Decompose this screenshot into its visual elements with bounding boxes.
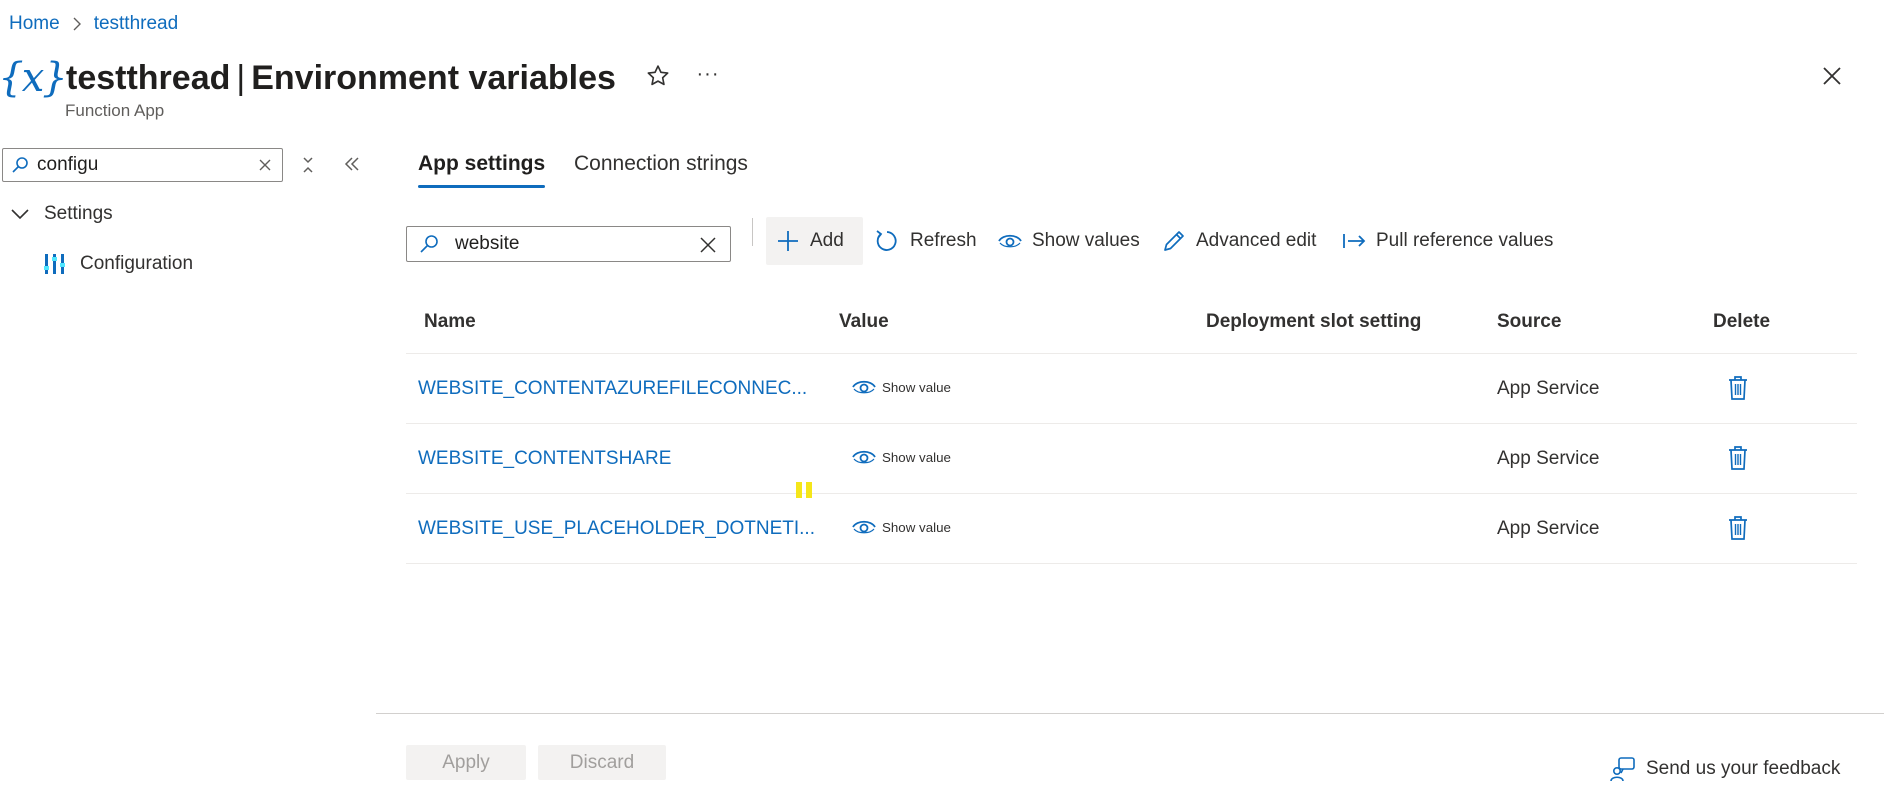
filter-box <box>406 226 731 262</box>
trash-icon <box>1724 514 1752 542</box>
collapse-all-icon <box>297 154 319 176</box>
resource-type: Function App <box>65 101 165 120</box>
table-row: WEBSITE_USE_PLACEHOLDER_DOTNETI... Show … <box>406 494 1857 564</box>
refresh-icon <box>874 228 900 254</box>
eye-icon <box>852 448 876 466</box>
feedback-label: Send us your feedback <box>1646 758 1841 779</box>
pull-reference-label: Pull reference values <box>1376 230 1554 251</box>
resource-name: testthread <box>66 58 231 97</box>
clear-filter-icon[interactable] <box>698 235 718 255</box>
column-header-source[interactable]: Source <box>1497 311 1561 333</box>
eye-icon <box>998 232 1022 250</box>
setting-name-link[interactable]: WEBSITE_CONTENTSHARE <box>418 448 671 470</box>
arrow-to-bar-icon <box>1342 231 1366 251</box>
refresh-label: Refresh <box>910 230 977 251</box>
advanced-edit-label: Advanced edit <box>1196 230 1317 251</box>
column-header-delete: Delete <box>1713 311 1771 332</box>
breadcrumb-home-link[interactable]: Home <box>9 13 60 35</box>
configuration-icon <box>44 252 66 276</box>
column-header-name[interactable]: Name <box>424 311 476 333</box>
nav-search-box <box>2 148 283 182</box>
show-value-label: Show value <box>882 519 951 535</box>
page-title: testthread | Environment variables <box>66 59 616 98</box>
show-value-label: Show value <box>882 449 951 465</box>
collapse-nav-button[interactable] <box>340 152 364 176</box>
show-value-label: Show value <box>882 379 951 395</box>
filter-input[interactable] <box>455 233 675 255</box>
page-header: {x} testthread | Environment variables <box>0 52 616 104</box>
more-options-button[interactable]: ··· <box>694 60 722 88</box>
refresh-button[interactable]: Refresh <box>864 217 987 265</box>
variable-icon: {x} <box>0 55 68 101</box>
pull-reference-values-button[interactable]: Pull reference values <box>1332 217 1563 265</box>
source-value: App Service <box>1497 448 1600 469</box>
clear-search-icon[interactable] <box>256 156 274 174</box>
pencil-icon <box>1162 229 1186 253</box>
nav-search-input[interactable] <box>37 154 237 176</box>
show-values-label: Show values <box>1032 230 1140 251</box>
breadcrumb-resource-link[interactable]: testthread <box>94 13 179 35</box>
table-row: WEBSITE_CONTENTSHARE Show value App Serv… <box>406 424 1857 494</box>
tab-app-settings[interactable]: App settings <box>418 152 546 188</box>
show-values-button[interactable]: Show values <box>988 217 1150 265</box>
tab-connection-strings[interactable]: Connection strings <box>574 152 748 176</box>
delete-button[interactable] <box>1724 444 1752 472</box>
favorite-button[interactable] <box>644 62 672 90</box>
discard-button[interactable]: Discard <box>538 745 666 780</box>
footer-divider <box>376 713 1884 714</box>
nav-item-configuration[interactable]: Configuration <box>44 252 193 276</box>
add-button[interactable]: Add <box>766 217 863 265</box>
chevron-right-icon <box>72 17 82 31</box>
apply-button[interactable]: Apply <box>406 745 526 780</box>
show-value-button[interactable]: Show value <box>852 448 951 466</box>
collapse-all-button[interactable] <box>297 154 319 176</box>
delete-button[interactable] <box>1724 374 1752 402</box>
app-settings-table: Name Value Deployment slot setting Sourc… <box>406 300 1857 564</box>
column-header-deployment-slot[interactable]: Deployment slot setting <box>1206 311 1421 333</box>
delete-button[interactable] <box>1724 514 1752 542</box>
source-value: App Service <box>1497 518 1600 539</box>
nav-item-label: Configuration <box>80 253 194 274</box>
column-header-value[interactable]: Value <box>839 311 889 333</box>
page-name: Environment variables <box>251 58 616 97</box>
nav-group-label: Settings <box>44 203 113 224</box>
double-chevron-left-icon <box>340 152 364 176</box>
close-icon <box>1818 62 1846 90</box>
search-icon <box>419 234 439 254</box>
advanced-edit-button[interactable]: Advanced edit <box>1152 217 1326 265</box>
search-icon <box>11 156 29 174</box>
toolbar-divider <box>752 218 753 246</box>
column-resize-handle[interactable] <box>796 482 812 498</box>
table-header: Name Value Deployment slot setting Sourc… <box>406 300 1857 354</box>
show-value-button[interactable]: Show value <box>852 378 951 396</box>
nav-group-settings[interactable]: Settings <box>10 203 113 225</box>
star-icon <box>644 62 672 90</box>
setting-name-link[interactable]: WEBSITE_CONTENTAZUREFILECONNEC... <box>418 378 807 400</box>
plus-icon <box>776 229 800 253</box>
close-button[interactable] <box>1818 62 1846 90</box>
setting-name-link[interactable]: WEBSITE_USE_PLACEHOLDER_DOTNETI... <box>418 518 815 540</box>
chevron-down-icon <box>10 207 30 221</box>
breadcrumb: Home testthread <box>9 13 178 35</box>
trash-icon <box>1724 374 1752 402</box>
trash-icon <box>1724 444 1752 472</box>
send-feedback-link[interactable]: Send us your feedback <box>1610 756 1840 782</box>
ellipsis-icon: ··· <box>696 62 720 85</box>
title-separator: | <box>236 58 246 97</box>
source-value: App Service <box>1497 378 1600 399</box>
add-label: Add <box>810 230 844 251</box>
table-row: WEBSITE_CONTENTAZUREFILECONNEC... Show v… <box>406 354 1857 424</box>
show-value-button[interactable]: Show value <box>852 518 951 536</box>
eye-icon <box>852 518 876 536</box>
eye-icon <box>852 378 876 396</box>
feedback-icon <box>1610 756 1636 782</box>
